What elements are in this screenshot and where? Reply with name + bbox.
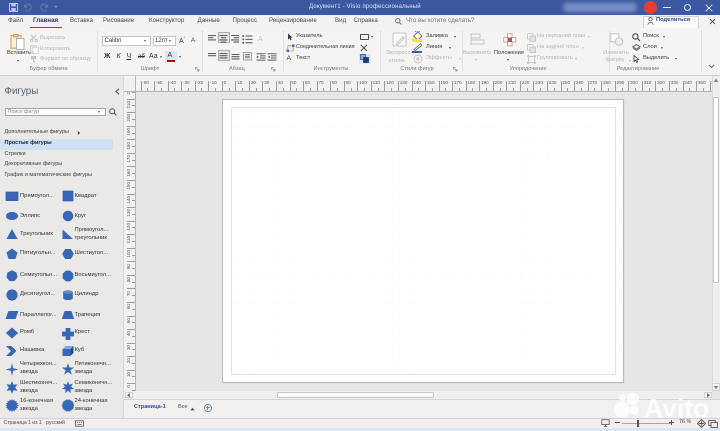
- svg-text:Avito: Avito: [644, 394, 709, 424]
